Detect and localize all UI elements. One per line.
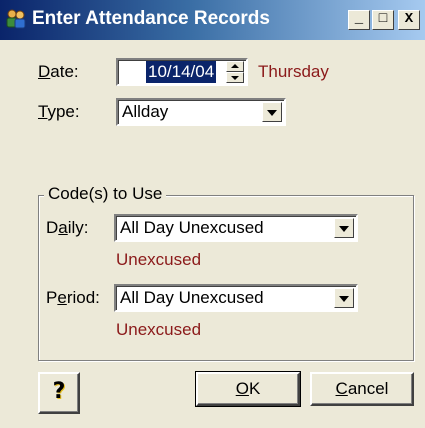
close-button[interactable]: X [398, 10, 420, 30]
ok-label: K [248, 379, 261, 398]
type-label: Type: [38, 102, 80, 122]
spin-up-button[interactable] [226, 61, 244, 72]
period-label-text: riod: [66, 288, 100, 307]
down-arrow-icon [231, 76, 239, 80]
date-spinner[interactable] [226, 61, 244, 83]
window-title: Enter Attendance Records [32, 8, 270, 29]
period-label-first: P [46, 288, 58, 307]
type-label-text: ype: [47, 102, 80, 121]
minimize-button[interactable]: _ [348, 10, 370, 30]
period-dropdown-button[interactable] [334, 288, 354, 308]
spin-down-button[interactable] [226, 72, 244, 83]
type-select[interactable]: Allday [116, 98, 286, 126]
type-select-value: Allday [122, 102, 169, 121]
date-picker[interactable]: 10/14/04 [116, 58, 248, 86]
date-label: Date: [38, 62, 79, 82]
period-code-value: All Day Unexcused [120, 288, 264, 307]
daily-code-description: Unexcused [116, 250, 202, 269]
chevron-down-icon [339, 226, 349, 232]
ok-button[interactable]: OK [195, 371, 301, 407]
daily-label-text: ily: [67, 218, 89, 237]
period-code-description: Unexcused [116, 320, 202, 339]
ok-accel: O [235, 379, 249, 398]
cancel-label: ancel [347, 379, 389, 398]
daily-code-value: All Day Unexcused [120, 218, 264, 237]
date-label-accel: D [38, 62, 51, 81]
daily-dropdown-button[interactable] [334, 218, 354, 238]
period-code-select[interactable]: All Day Unexcused [114, 284, 358, 312]
daily-label: Daily: [46, 218, 89, 238]
type-dropdown-button[interactable] [262, 102, 282, 122]
period-label-accel: e [57, 288, 67, 307]
chevron-down-icon [267, 110, 277, 116]
date-label-text: ate: [50, 62, 79, 81]
help-button[interactable]: ? [38, 372, 80, 414]
chevron-down-icon [339, 296, 349, 302]
up-arrow-icon [231, 64, 239, 68]
daily-label-first: D [46, 218, 59, 237]
daily-code-select[interactable]: All Day Unexcused [114, 214, 358, 242]
cancel-button[interactable]: Cancel [310, 372, 414, 406]
date-value[interactable]: 10/14/04 [146, 61, 217, 83]
question-mark-icon: ? [52, 379, 66, 404]
maximize-button[interactable]: □ [372, 10, 394, 30]
weekday-text: Thursday [258, 62, 329, 81]
codes-group-legend: Code(s) to Use [44, 184, 167, 204]
period-label: Period: [46, 288, 100, 308]
daily-label-accel: a [58, 218, 68, 237]
title-bar[interactable]: Enter Attendance Records _ □ X [0, 0, 425, 40]
cancel-accel: C [335, 379, 348, 398]
people-icon [6, 9, 26, 29]
